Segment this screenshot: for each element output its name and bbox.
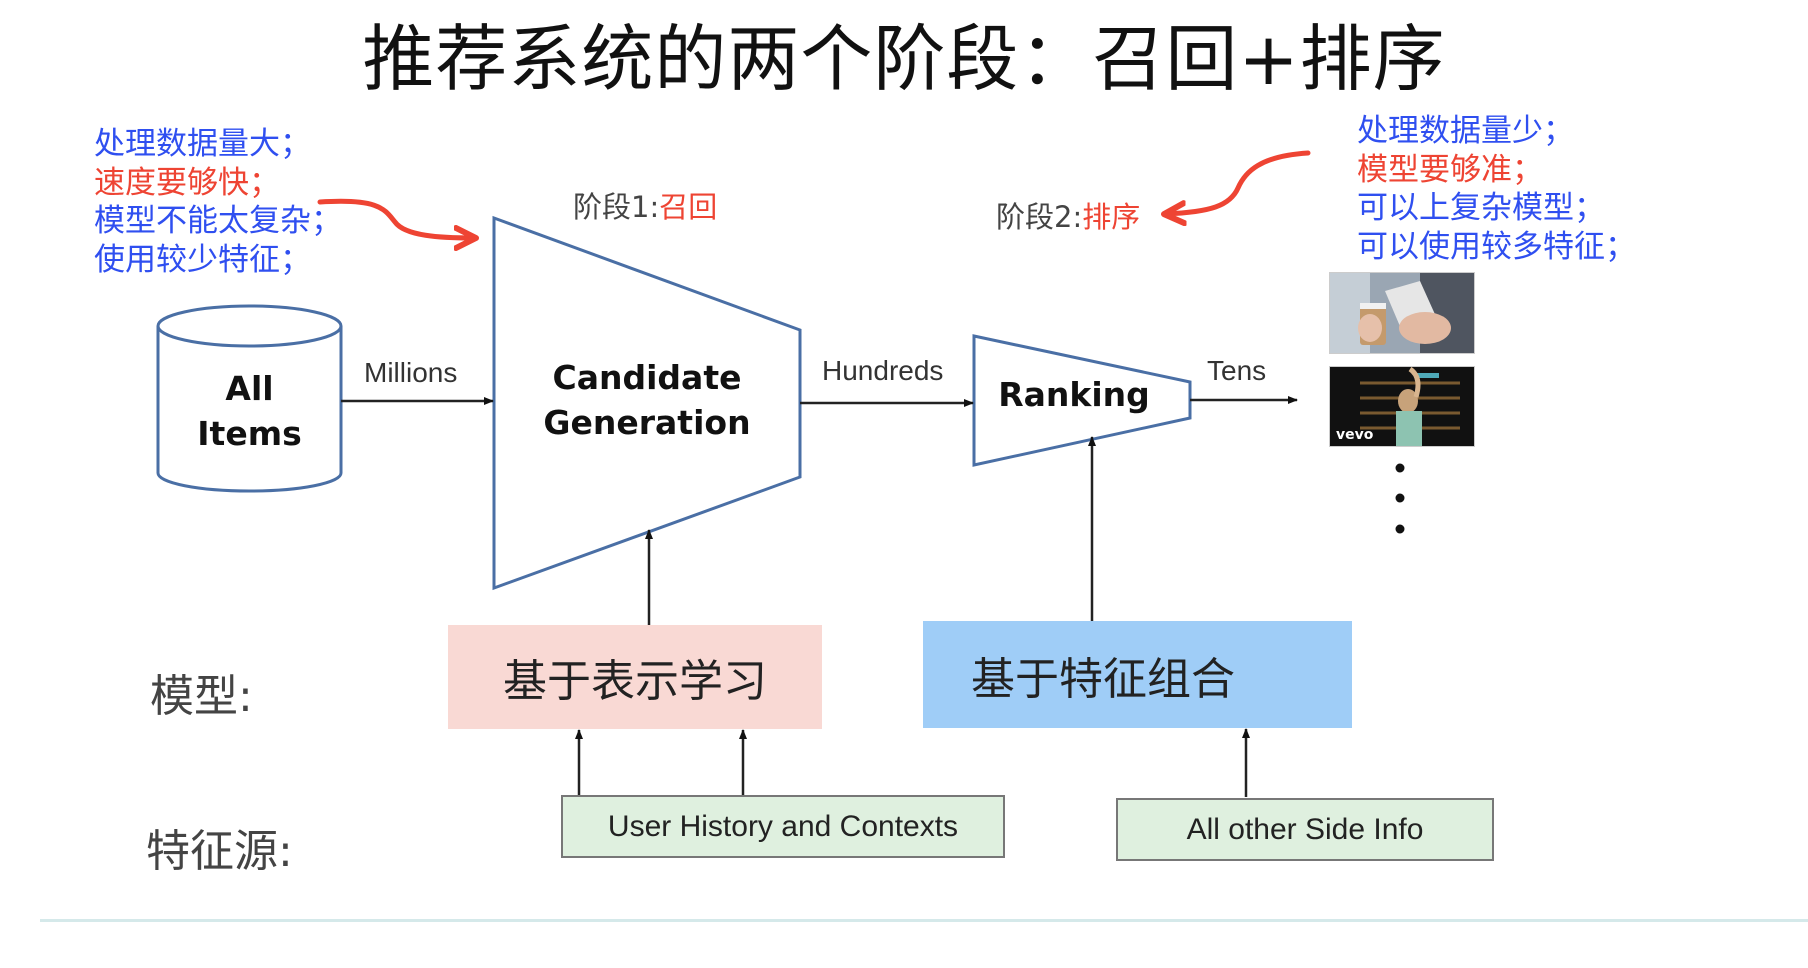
feature-combination-box: 基于特征组合 bbox=[923, 621, 1352, 728]
user-history-box: User History and Contexts bbox=[561, 795, 1005, 858]
millions-label: Millions bbox=[364, 357, 458, 388]
representation-learning-label: 基于表示学习 bbox=[503, 656, 767, 707]
result-thumbnail-video: vevo bbox=[1329, 366, 1475, 447]
music-video-image: vevo bbox=[1330, 367, 1474, 446]
ranking-curved-arrow bbox=[1166, 150, 1311, 214]
candidate-generation-label: Candidate Generation bbox=[494, 355, 800, 445]
candidate-generation-line: Generation bbox=[543, 403, 751, 442]
recall-curved-arrow bbox=[317, 198, 474, 238]
user-history-label: User History and Contexts bbox=[607, 809, 959, 843]
candidate-generation-line: Candidate bbox=[552, 358, 742, 397]
feature-source-row-label: 特征源: bbox=[146, 826, 293, 877]
ranking-label: Ranking bbox=[998, 375, 1150, 414]
vevo-badge: vevo bbox=[1336, 427, 1374, 443]
representation-learning-box: 基于表示学习 bbox=[448, 625, 822, 729]
all-items-line: All bbox=[225, 369, 274, 408]
all-items-label: All Items bbox=[158, 366, 341, 456]
feature-combination-label: 基于特征组合 bbox=[971, 653, 1235, 705]
hundreds-label: Hundreds bbox=[822, 355, 944, 386]
more-dot bbox=[1395, 463, 1405, 473]
all-items-line: Items bbox=[197, 414, 302, 453]
side-info-label: All other Side Info bbox=[1186, 812, 1424, 846]
slide-divider bbox=[40, 919, 1808, 922]
more-dot bbox=[1395, 493, 1405, 503]
side-info-box: All other Side Info bbox=[1116, 798, 1494, 861]
more-dot bbox=[1395, 524, 1405, 534]
result-thumbnail-phone bbox=[1329, 272, 1475, 354]
phone-coffee-image bbox=[1330, 273, 1474, 353]
tens-label: Tens bbox=[1207, 355, 1267, 386]
model-row-label: 模型: bbox=[150, 671, 253, 722]
